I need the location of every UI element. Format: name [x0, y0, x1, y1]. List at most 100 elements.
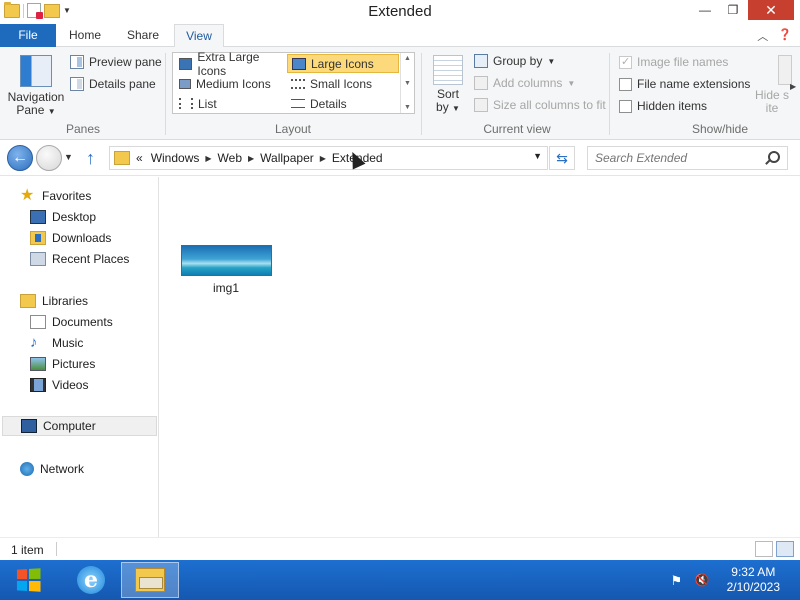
group-by-button[interactable]: Group by ▼	[474, 52, 555, 70]
details-pane-label: Details pane	[89, 77, 156, 91]
taskbar-internet-explorer[interactable]: e	[62, 562, 120, 598]
start-button[interactable]	[4, 563, 52, 597]
size-all-columns-label: Size all columns to fit	[493, 98, 606, 112]
tab-home[interactable]: Home	[60, 24, 110, 47]
nav-item-desktop[interactable]: Desktop	[30, 207, 96, 227]
tab-share[interactable]: Share	[118, 24, 168, 47]
small-icons-option[interactable]: Small Icons	[287, 74, 399, 93]
refresh-button[interactable]: ⇆	[549, 146, 575, 170]
medium-icons-icon	[179, 78, 191, 89]
separator	[56, 542, 57, 556]
details-label: Details	[310, 96, 347, 111]
recent-locations-button[interactable]: ▼	[64, 152, 73, 162]
nav-label: Downloads	[52, 231, 112, 245]
navigation-pane-button[interactable]: Navigation Pane ▼	[6, 55, 66, 118]
chevron-down-icon: ▼	[47, 107, 56, 116]
hide-selected-label-2: ite	[765, 101, 779, 115]
sort-by-label-2: by	[436, 100, 449, 114]
tab-view[interactable]: View	[174, 24, 224, 48]
help-icon[interactable]: ❓	[778, 28, 792, 44]
details-view-button[interactable]	[755, 541, 773, 557]
taskbar-file-explorer[interactable]	[121, 562, 179, 598]
breadcrumb-windows[interactable]: Windows	[151, 151, 200, 165]
details-pane-button[interactable]: Details pane	[70, 75, 156, 93]
nav-label: Desktop	[52, 210, 97, 224]
chevron-down-icon[interactable]: ▼	[404, 80, 411, 87]
chevron-down-icon[interactable]: ▼	[533, 151, 542, 161]
nav-item-documents[interactable]: Documents	[30, 312, 113, 332]
group-separator	[609, 53, 610, 135]
nav-item-network[interactable]: Network	[20, 459, 84, 479]
ribbon-help-controls: ︿ ❓	[757, 28, 792, 44]
forward-button[interactable]	[36, 145, 62, 171]
search-box[interactable]	[587, 146, 788, 170]
preview-pane-icon	[70, 55, 84, 69]
file-name-extensions-checkbox[interactable]: File name extensions	[619, 75, 750, 93]
add-columns-button[interactable]: Add columns ▼	[474, 74, 575, 92]
layout-group-label: Layout	[274, 122, 312, 136]
file-item[interactable]: img1	[178, 245, 274, 295]
hidden-items-checkbox[interactable]: Hidden items	[619, 97, 707, 115]
breadcrumb-overflow[interactable]: «	[136, 151, 143, 165]
extra-large-icons-option[interactable]: Extra Large Icons	[175, 50, 287, 78]
medium-icons-label: Medium Icons	[196, 76, 271, 91]
close-button[interactable]: ✕	[748, 0, 794, 20]
medium-icons-option[interactable]: Medium Icons	[175, 74, 287, 93]
up-button[interactable]: ↑	[86, 148, 95, 169]
libraries-icon	[20, 294, 36, 308]
layout-gallery-scroll[interactable]: ▲ ▼ ▼	[400, 53, 414, 113]
clock-time: 9:32 AM	[731, 565, 776, 579]
chevron-right-icon[interactable]: ▶	[248, 154, 254, 163]
nav-item-pictures[interactable]: Pictures	[30, 354, 95, 374]
navigation-pane-label-2: Pane	[16, 103, 45, 117]
refresh-icon: ⇆	[556, 149, 568, 166]
nav-label: Libraries	[42, 294, 89, 308]
size-columns-icon	[474, 98, 488, 112]
tab-file[interactable]: File	[0, 24, 56, 47]
large-icons-view-button[interactable]	[776, 541, 794, 557]
nav-item-music[interactable]: ♪ Music	[30, 333, 83, 353]
nav-item-videos[interactable]: Videos	[30, 375, 88, 395]
ribbon-scroll-right-icon[interactable]: ▶	[790, 82, 796, 91]
large-icons-option[interactable]: Large Icons	[287, 54, 399, 73]
back-button[interactable]: ←	[7, 145, 33, 171]
breadcrumb-web[interactable]: Web	[218, 151, 242, 165]
image-file-names-checkbox[interactable]: Image file names	[619, 53, 728, 71]
chevron-right-icon[interactable]: ▶	[205, 154, 211, 163]
sort-by-button[interactable]: Sort by ▼	[429, 55, 467, 115]
nav-item-favorites[interactable]: ★ Favorites	[20, 186, 91, 206]
action-center-icon[interactable]: ⚑	[671, 573, 685, 588]
more-icon[interactable]: ▼	[404, 104, 411, 111]
size-all-columns-button[interactable]: Size all columns to fit	[474, 96, 606, 114]
search-icon[interactable]	[768, 151, 780, 163]
minimize-button[interactable]: —	[692, 0, 718, 20]
search-input[interactable]	[588, 147, 758, 169]
list-option[interactable]: List	[175, 94, 287, 113]
nav-label: Pictures	[52, 357, 96, 371]
file-list-view[interactable]: img1	[160, 177, 800, 537]
nav-item-recent-places[interactable]: Recent Places	[30, 249, 129, 269]
breadcrumb-wallpaper[interactable]: Wallpaper	[260, 151, 314, 165]
large-icons-icon	[292, 57, 306, 70]
preview-pane-button[interactable]: Preview pane	[70, 53, 162, 71]
status-bar: 1 item	[0, 537, 800, 560]
show-hide-group-label: Show/hide	[691, 122, 749, 136]
nav-item-computer[interactable]: Computer	[2, 416, 157, 436]
videos-icon	[30, 378, 46, 392]
clock[interactable]: 9:32 AM 2/10/2023	[727, 565, 780, 595]
maximize-button[interactable]: ❐	[720, 0, 746, 20]
chevron-up-icon[interactable]: ︿	[757, 28, 768, 44]
details-icon	[291, 99, 305, 108]
checkbox-icon	[619, 77, 632, 91]
nav-item-libraries[interactable]: Libraries	[20, 291, 88, 311]
details-option[interactable]: Details	[287, 94, 399, 113]
volume-muted-icon[interactable]: 🔇	[695, 573, 710, 587]
small-icons-label: Small Icons	[310, 76, 373, 91]
chevron-right-icon[interactable]: ▶	[320, 154, 326, 163]
hide-selected-items-button[interactable]: Hide s ite	[752, 55, 792, 115]
chevron-up-icon[interactable]: ▲	[404, 55, 411, 62]
address-bar[interactable]: « Windows ▶ Web ▶ Wallpaper ▶ Extended ▼	[109, 146, 548, 170]
nav-item-downloads[interactable]: Downloads	[30, 228, 111, 248]
group-by-icon	[474, 54, 488, 68]
add-columns-icon	[474, 76, 488, 90]
